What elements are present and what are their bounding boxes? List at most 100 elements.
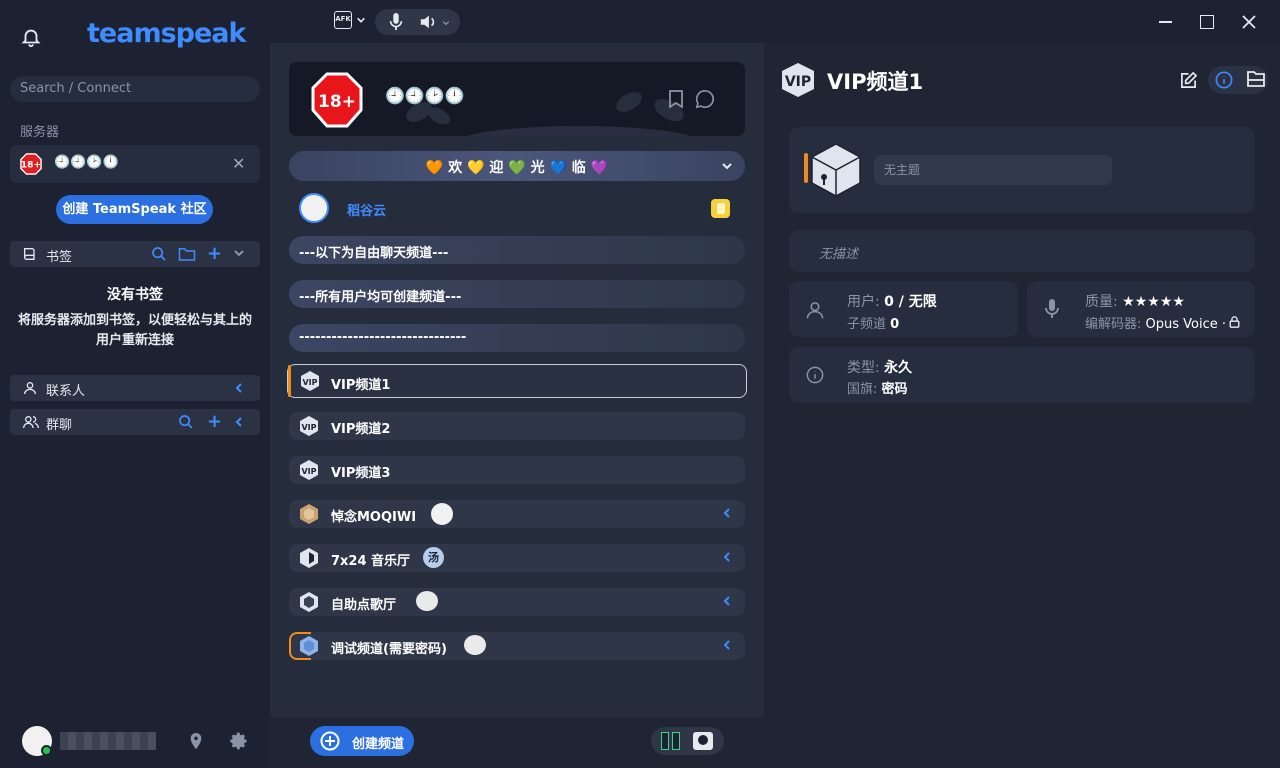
afk-icon: AFK: [334, 11, 352, 29]
server-title: 🕘🕘🕑🕛: [385, 86, 465, 105]
vip-channel-icon: VIP: [300, 371, 320, 391]
channel-spacer[interactable]: ---以下为自由聊天频道---: [289, 236, 745, 264]
user-entry[interactable]: 稻谷云: [299, 193, 739, 223]
selected-indicator: [288, 365, 291, 397]
server-banner: 18+ 🕘🕘🕑🕛: [289, 62, 745, 136]
book-icon: [22, 246, 38, 262]
channel-name: 调试频道(需要密码): [331, 642, 447, 657]
servers-section-label: 服务器: [20, 125, 60, 140]
lock-icon: [1229, 316, 1240, 328]
create-channel-button[interactable]: 创建频道: [310, 726, 414, 756]
chevron-down-icon[interactable]: [721, 160, 733, 172]
channel-user-avatar: [416, 591, 438, 611]
channel-vip-1[interactable]: VIP VIP频道1: [287, 364, 747, 398]
channel-name: ---所有用户均可创建频道---: [299, 290, 462, 305]
no-bookmarks-title: 没有书签: [107, 287, 163, 303]
plus-circle-icon: [320, 731, 340, 751]
speaker-chevron-icon[interactable]: [442, 19, 450, 27]
maximize-icon[interactable]: [1200, 15, 1214, 29]
add-group-icon[interactable]: +: [207, 411, 222, 432]
flag-value: 密码: [881, 382, 908, 397]
location-pin-icon[interactable]: [189, 733, 203, 749]
search-connect-input[interactable]: Search / Connect: [10, 76, 260, 102]
online-status-dot: [41, 745, 52, 756]
search-group-icon[interactable]: [178, 414, 194, 430]
close-server-icon[interactable]: ✕: [232, 154, 245, 173]
codec-label: 编解码器:: [1085, 317, 1142, 332]
channel-spacer[interactable]: ---所有用户均可创建频道---: [289, 280, 745, 308]
channel-name: VIP频道1: [331, 378, 391, 393]
channel-moqiwi[interactable]: 悼念MOQIWI: [289, 500, 745, 528]
close-window-icon[interactable]: [1241, 14, 1257, 30]
info-icon: [806, 366, 824, 384]
server-entry[interactable]: 18+ 🕘🕘🕑🕛 ✕: [10, 145, 260, 183]
channel-vip-3[interactable]: VIP VIP频道3: [289, 456, 745, 484]
server-name: 🕘🕘🕑🕛: [54, 155, 119, 170]
username-blurred: [60, 732, 156, 750]
info-icon[interactable]: [1215, 71, 1233, 89]
channel-name: VIP频道2: [331, 422, 391, 437]
create-channel-label: 创建频道: [352, 737, 405, 752]
afk-toggle[interactable]: AFK: [334, 11, 352, 29]
quality-card: 质量: ★★★★★ 编解码器: Opus Voice ·: [1027, 281, 1255, 337]
channel-user-avatar: [464, 635, 486, 655]
edit-icon[interactable]: [1180, 72, 1197, 89]
channel-accent-bar: [804, 153, 808, 183]
vip-channel-icon: VIP: [299, 416, 319, 436]
speaker-icon[interactable]: [419, 13, 437, 31]
channel-name: -------------------------------: [299, 330, 467, 345]
search-bookmarks-icon[interactable]: [151, 246, 167, 262]
microphone-icon: [1045, 299, 1059, 319]
quality-label: 质量:: [1085, 294, 1118, 310]
topic-input[interactable]: 无主题: [874, 155, 1112, 185]
chevron-left-icon[interactable]: [721, 639, 733, 651]
minimize-icon[interactable]: [1159, 21, 1172, 23]
channel-debug-password[interactable]: 调试频道(需要密码): [289, 632, 745, 660]
add-bookmark-icon[interactable]: +: [207, 243, 222, 264]
create-community-button[interactable]: 创建 TeamSpeak 社区: [56, 195, 213, 224]
svg-text:VIP: VIP: [302, 378, 317, 387]
audio-controls-pill: [375, 9, 460, 35]
notification-bell-icon[interactable]: [20, 26, 42, 48]
settings-gear-icon[interactable]: [229, 731, 249, 751]
welcome-channel[interactable]: 🧡 欢 💛 迎 💚 光 💙 临 💜: [289, 151, 745, 181]
no-bookmarks-hint: 将服务器添加到书签，以便轻松与其上的用户重新连接: [18, 313, 253, 348]
dark-channel-icon: [299, 548, 319, 568]
type-value: 永久: [884, 360, 913, 376]
svg-text:VIP: VIP: [301, 467, 316, 476]
chat-bubble-icon[interactable]: [695, 89, 715, 109]
channel-vip-2[interactable]: VIP VIP频道2: [289, 412, 745, 440]
microphone-icon[interactable]: [389, 13, 403, 31]
quality-stars: ★★★★★: [1122, 294, 1185, 310]
file-browser-icon[interactable]: [1246, 70, 1266, 89]
chevron-left-icon[interactable]: [233, 416, 245, 428]
description-card: 无描述: [789, 230, 1255, 272]
person-icon: [22, 380, 38, 396]
chevron-down-icon[interactable]: [233, 247, 245, 259]
chevron-left-icon[interactable]: [721, 507, 733, 519]
channel-title: VIP频道1: [827, 70, 924, 94]
channel-user-avatar: [431, 503, 453, 525]
bookmark-icon[interactable]: [668, 89, 684, 109]
group-chat-header[interactable]: 群聊 +: [10, 409, 260, 435]
bookmarks-header[interactable]: 书签 +: [10, 241, 260, 267]
channel-name: 自助点歌厅: [331, 598, 397, 613]
user-name: 稻谷云: [347, 204, 387, 219]
chevron-left-icon[interactable]: [721, 551, 733, 563]
level-meter: [651, 727, 724, 755]
channel-spacer[interactable]: -------------------------------: [289, 324, 745, 352]
folder-icon[interactable]: [178, 246, 196, 262]
group-icon: [22, 414, 40, 430]
dark-channel-icon: [299, 592, 319, 612]
contacts-header[interactable]: 联系人: [10, 375, 260, 401]
channel-music-hall[interactable]: 7x24 音乐厅 汤: [289, 544, 745, 572]
monitor-icon[interactable]: [693, 732, 713, 750]
channel-karaoke[interactable]: 自助点歌厅: [289, 588, 745, 616]
afk-chevron-icon[interactable]: [356, 15, 366, 25]
chevron-left-icon[interactable]: [721, 595, 733, 607]
blue-channel-icon: [299, 636, 319, 656]
channel-user-badge: 汤: [423, 547, 444, 568]
chevron-left-icon[interactable]: [233, 382, 245, 394]
output-level-bar: [672, 732, 680, 750]
user-avatar[interactable]: [22, 726, 52, 756]
